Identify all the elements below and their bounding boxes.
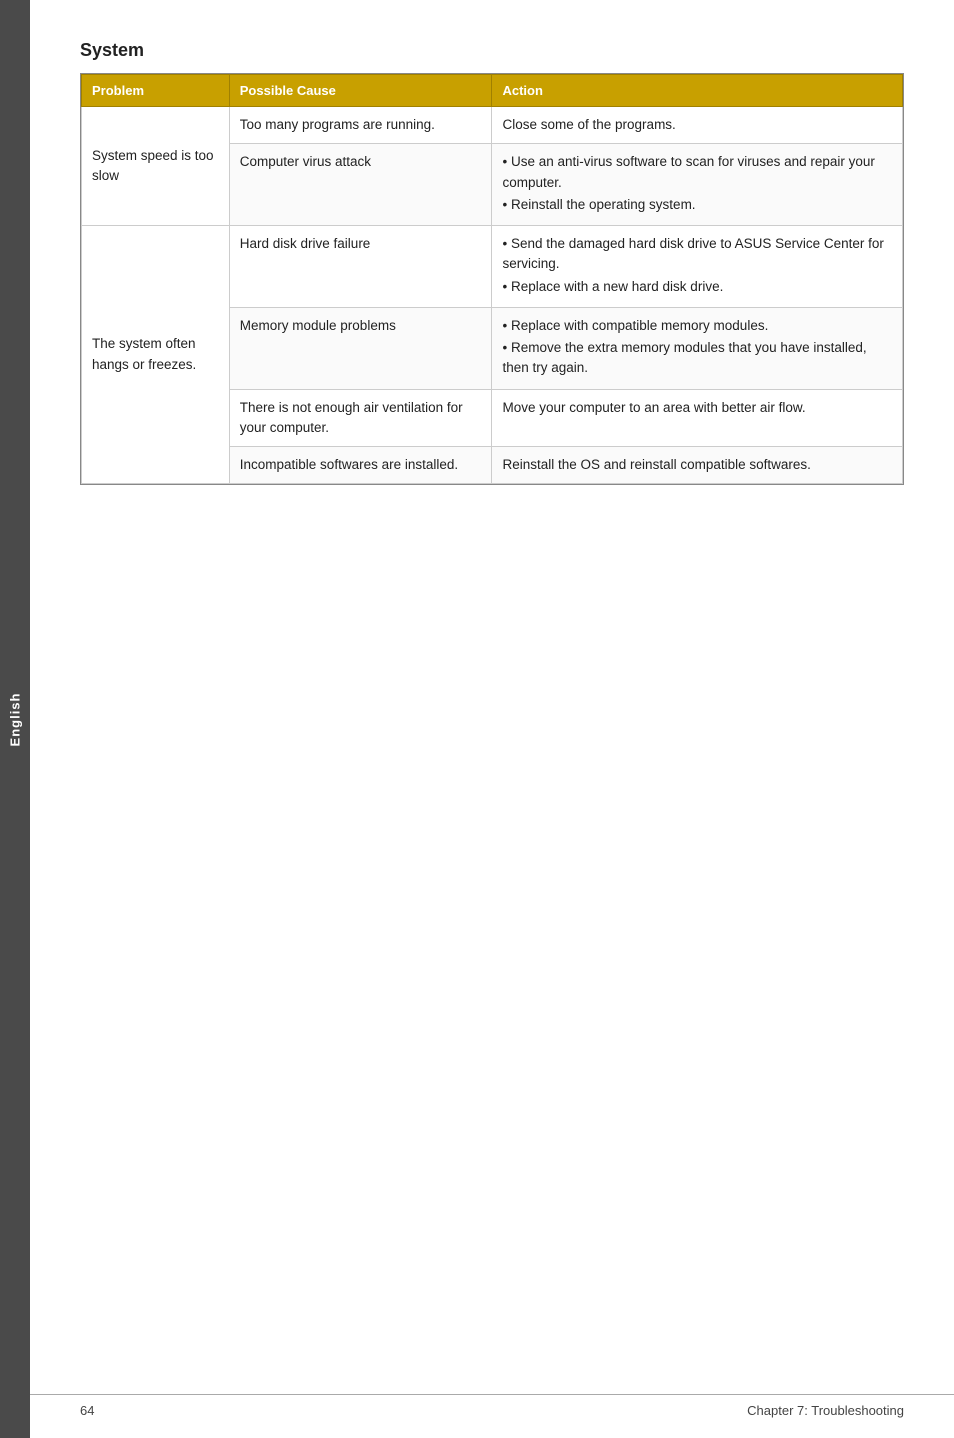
sidebar-label: English: [8, 692, 23, 746]
cell-problem-2: The system often hangs or freezes.: [82, 226, 230, 484]
cell-cause-1: Computer virus attack: [229, 144, 492, 226]
header-action: Action: [492, 75, 903, 107]
table-header-row: Problem Possible Cause Action: [82, 75, 903, 107]
table-row: System speed is too slowToo many program…: [82, 107, 903, 144]
main-content: System Problem Possible Cause Action Sys…: [30, 0, 954, 565]
cell-action-2: Send the damaged hard disk drive to ASUS…: [492, 226, 903, 308]
page-number: 64: [80, 1403, 94, 1418]
cell-action-3: Replace with compatible memory modules.R…: [492, 307, 903, 389]
sidebar: English: [0, 0, 30, 1438]
footer: 64 Chapter 7: Troubleshooting: [30, 1394, 954, 1418]
header-problem: Problem: [82, 75, 230, 107]
table-wrapper: Problem Possible Cause Action System spe…: [80, 73, 904, 485]
cell-action-4: Move your computer to an area with bette…: [492, 389, 903, 447]
cell-cause-2: Hard disk drive failure: [229, 226, 492, 308]
cell-action-0: Close some of the programs.: [492, 107, 903, 144]
system-table: Problem Possible Cause Action System spe…: [81, 74, 903, 484]
cell-cause-4: There is not enough air ventilation for …: [229, 389, 492, 447]
cell-cause-3: Memory module problems: [229, 307, 492, 389]
cell-cause-0: Too many programs are running.: [229, 107, 492, 144]
cell-action-1: Use an anti-virus software to scan for v…: [492, 144, 903, 226]
header-cause: Possible Cause: [229, 75, 492, 107]
section-title: System: [80, 40, 904, 61]
cell-cause-5: Incompatible softwares are installed.: [229, 447, 492, 484]
chapter-label: Chapter 7: Troubleshooting: [747, 1403, 904, 1418]
table-row: The system often hangs or freezes.Hard d…: [82, 226, 903, 308]
cell-problem-0: System speed is too slow: [82, 107, 230, 226]
cell-action-5: Reinstall the OS and reinstall compatibl…: [492, 447, 903, 484]
